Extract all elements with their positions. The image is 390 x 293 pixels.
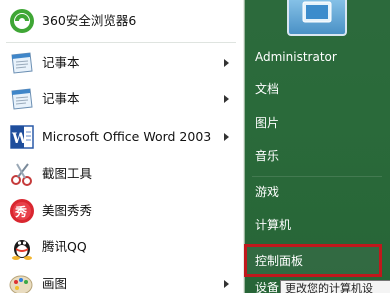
program-label: 腾讯QQ: [42, 239, 87, 254]
program-item-qq[interactable]: 腾讯QQ: [0, 228, 244, 265]
qq-icon: [8, 233, 36, 261]
program-label: 截图工具: [42, 166, 93, 181]
svg-text:秀: 秀: [14, 204, 28, 219]
svg-text:W: W: [11, 131, 28, 147]
divider: [252, 176, 382, 177]
snipping-tool-icon: [8, 160, 36, 188]
user-picture-icon[interactable]: [287, 0, 347, 36]
program-label: 360安全浏览器6: [42, 13, 137, 28]
submenu-arrow-icon[interactable]: [224, 59, 229, 67]
program-list-panel: 360安全浏览器6 记事本 记事本 W Microsoft Office Wor…: [0, 0, 245, 293]
submenu-arrow-icon[interactable]: [224, 280, 229, 288]
places-item-pictures[interactable]: 图片: [255, 113, 279, 133]
places-item-documents[interactable]: 文档: [255, 79, 279, 99]
program-label: Microsoft Office Word 2003: [42, 129, 212, 144]
places-item-music[interactable]: 音乐: [255, 146, 279, 166]
places-item-games[interactable]: 游戏: [255, 182, 279, 202]
word-icon: W: [8, 123, 36, 151]
program-label: 记事本: [42, 91, 80, 106]
places-item-control-panel[interactable]: 控制面板: [255, 251, 303, 271]
submenu-arrow-icon[interactable]: [224, 95, 229, 103]
divider: [6, 42, 236, 43]
notepad-icon: [8, 49, 36, 77]
program-item-notepad[interactable]: 记事本: [0, 44, 244, 81]
meitu-icon: 秀: [8, 197, 36, 225]
paint-icon: [8, 270, 36, 293]
program-label: 美图秀秀: [42, 203, 93, 218]
start-menu: 360安全浏览器6 记事本 记事本 W Microsoft Office Wor…: [0, 0, 390, 293]
program-item-word-2003[interactable]: W Microsoft Office Word 2003: [0, 118, 244, 155]
program-label: 画图: [42, 276, 68, 291]
program-label: 记事本: [42, 55, 80, 70]
places-item-administrator[interactable]: Administrator: [255, 47, 337, 67]
submenu-arrow-icon[interactable]: [224, 133, 229, 141]
program-item-notepad-2[interactable]: 记事本: [0, 80, 244, 117]
program-item-snipping-tool[interactable]: 截图工具: [0, 155, 244, 192]
program-item-meitu[interactable]: 秀 美图秀秀: [0, 192, 244, 229]
program-item-paint[interactable]: 画图: [0, 265, 244, 293]
places-item-computer[interactable]: 计算机: [255, 215, 291, 235]
notepad-icon: [8, 85, 36, 113]
program-item-360-browser[interactable]: 360安全浏览器6: [0, 2, 244, 39]
places-item-devices[interactable]: 设备和: [255, 282, 281, 293]
360-browser-icon: [8, 7, 36, 35]
tooltip: 更改您的计算机设: [280, 280, 390, 293]
